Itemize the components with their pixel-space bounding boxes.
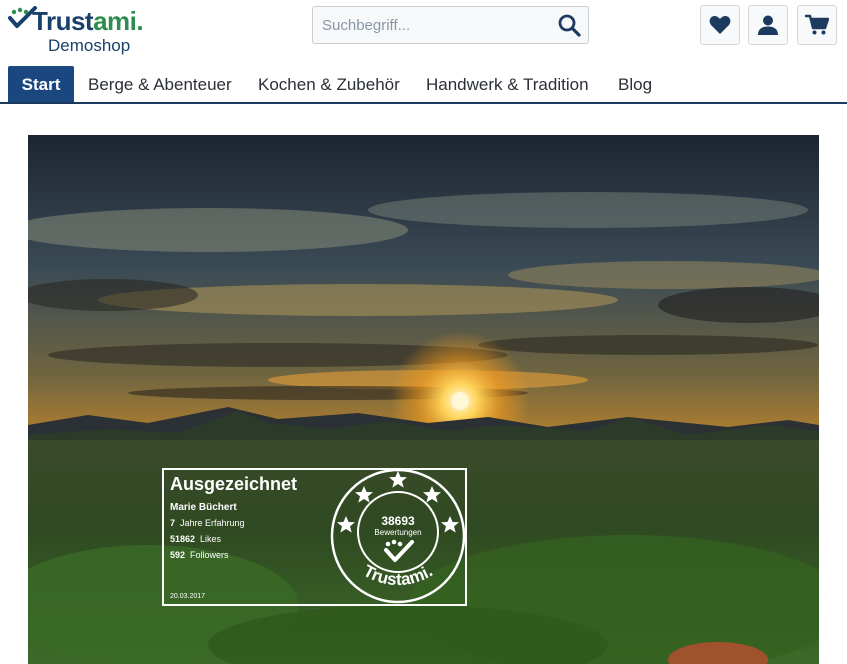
- badge-stat-experience: 7 Jahre Erfahrung: [170, 518, 245, 528]
- cart-button[interactable]: [797, 5, 837, 45]
- search-button[interactable]: [556, 12, 582, 38]
- stat-value: 51862: [170, 534, 196, 544]
- trustami-badge[interactable]: Ausgezeichnet Marie Büchert 7 Jahre Erfah…: [162, 468, 467, 608]
- user-icon: [758, 15, 778, 35]
- stat-value: 7: [170, 518, 176, 528]
- nav-item-kochen-zubehoer[interactable]: Kochen & Zubehör: [258, 66, 400, 102]
- header: Trustami. Demoshop: [0, 0, 847, 62]
- badge-stat-likes: 51862 Likes: [170, 534, 221, 544]
- trustami-seal: Trustami. 38693 Bewertungen: [328, 466, 468, 606]
- hero-banner[interactable]: Ausgezeichnet Marie Büchert 7 Jahre Erfah…: [28, 135, 819, 664]
- badge-name: Marie Büchert: [170, 502, 237, 513]
- seal-brand-text: Trustami.: [360, 561, 435, 589]
- search-input[interactable]: [313, 7, 543, 43]
- badge-date: 20.03.2017: [170, 593, 206, 600]
- search-icon: [558, 14, 581, 37]
- cart-icon: [805, 14, 829, 35]
- logo-word-main: Trust: [32, 6, 94, 36]
- stat-value: 592: [170, 550, 186, 560]
- main-navigation: Start Berge & Abenteuer Kochen & Zubehör…: [0, 66, 847, 104]
- stat-label: Followers: [190, 550, 229, 560]
- logo-word-accent: ami.: [93, 6, 144, 36]
- logo-subtitle: Demoshop: [48, 36, 131, 55]
- stat-label: Jahre Erfahrung: [180, 518, 245, 528]
- seal-review-count: 38693: [381, 514, 415, 528]
- nav-item-berge-abenteuer[interactable]: Berge & Abenteuer: [88, 66, 232, 102]
- badge-stat-followers: 592 Followers: [170, 550, 229, 560]
- search-bar: [312, 6, 589, 44]
- seal-brand: Trustami.: [360, 561, 435, 589]
- account-button[interactable]: [748, 5, 788, 45]
- trustami-logo[interactable]: Trustami. Demoshop: [8, 4, 148, 58]
- logo-wordmark: Trustami.: [32, 6, 144, 36]
- heart-icon: [709, 15, 731, 34]
- stat-label: Likes: [200, 534, 222, 544]
- nav-item-blog[interactable]: Blog: [618, 66, 652, 102]
- badge-title: Ausgezeichnet: [170, 474, 298, 494]
- nav-item-start[interactable]: Start: [8, 66, 74, 102]
- seal-review-label: Bewertungen: [374, 528, 422, 537]
- nav-item-handwerk-tradition[interactable]: Handwerk & Tradition: [426, 66, 589, 102]
- wishlist-button[interactable]: [700, 5, 740, 45]
